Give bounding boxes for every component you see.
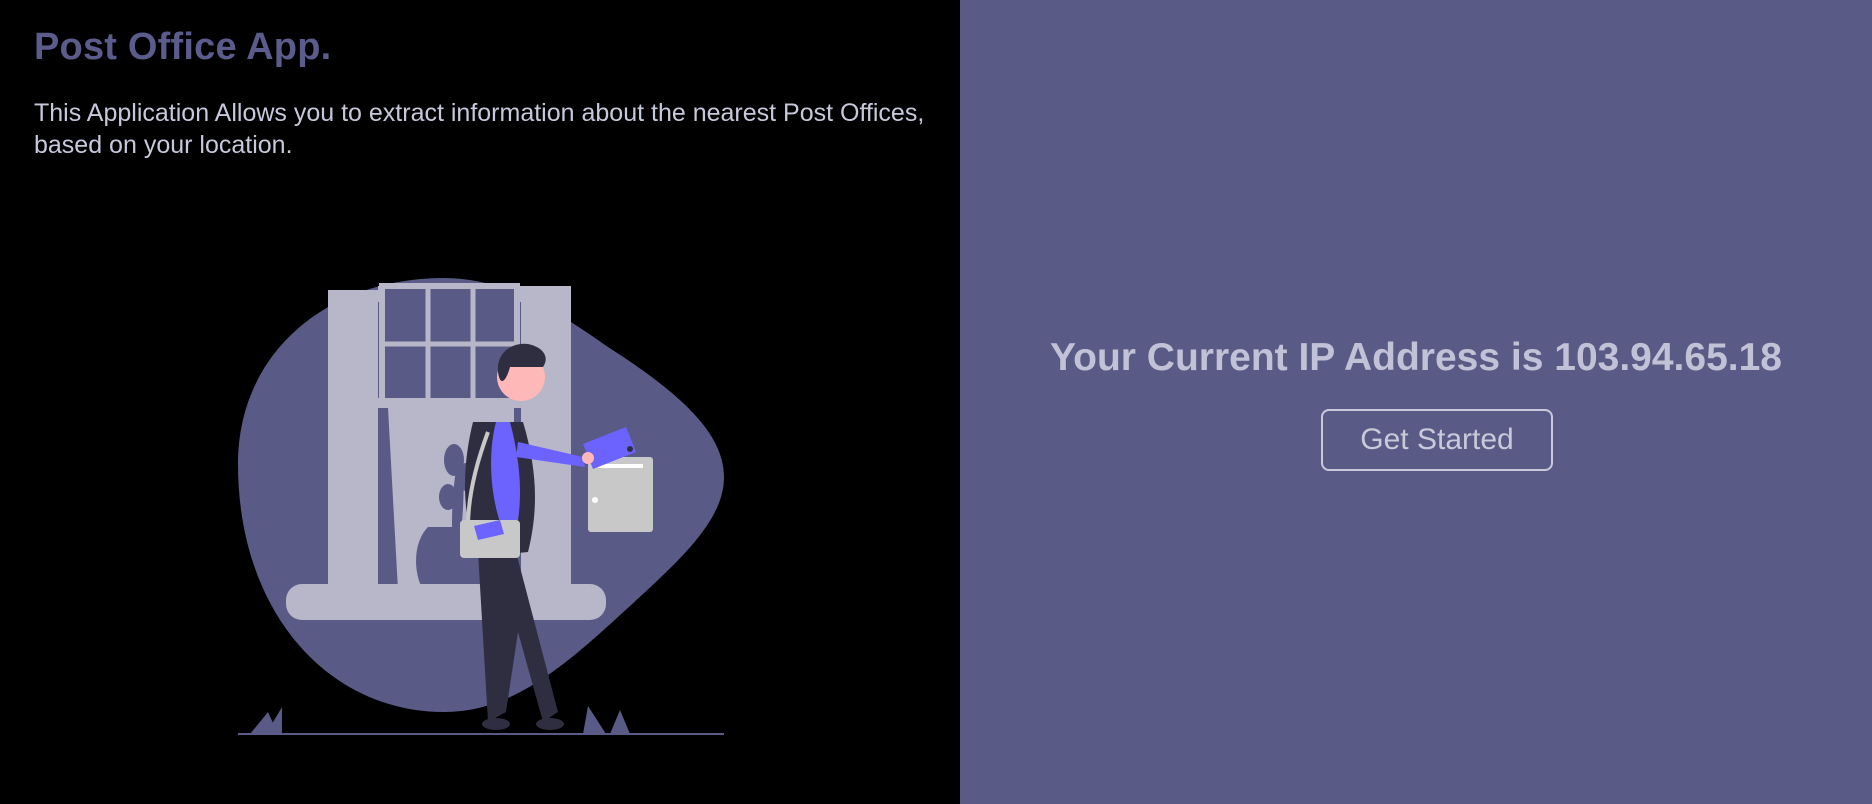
ip-panel: Your Current IP Address is 103.94.65.18 …: [960, 0, 1872, 804]
get-started-button[interactable]: Get Started: [1321, 409, 1553, 471]
window-sill: [374, 398, 524, 408]
mail-carrier-illustration: [238, 278, 724, 735]
intro-panel: Post Office App. This Application Allows…: [0, 0, 960, 804]
floor-ledge: [286, 584, 606, 620]
mailbox: [588, 457, 653, 532]
app-description: This Application Allows you to extract i…: [34, 99, 925, 159]
grass-right: [583, 706, 606, 734]
ip-address-heading: Your Current IP Address is 103.94.65.18: [1050, 336, 1782, 379]
left-pillar: [328, 290, 378, 590]
app-title: Post Office App.: [34, 26, 332, 68]
